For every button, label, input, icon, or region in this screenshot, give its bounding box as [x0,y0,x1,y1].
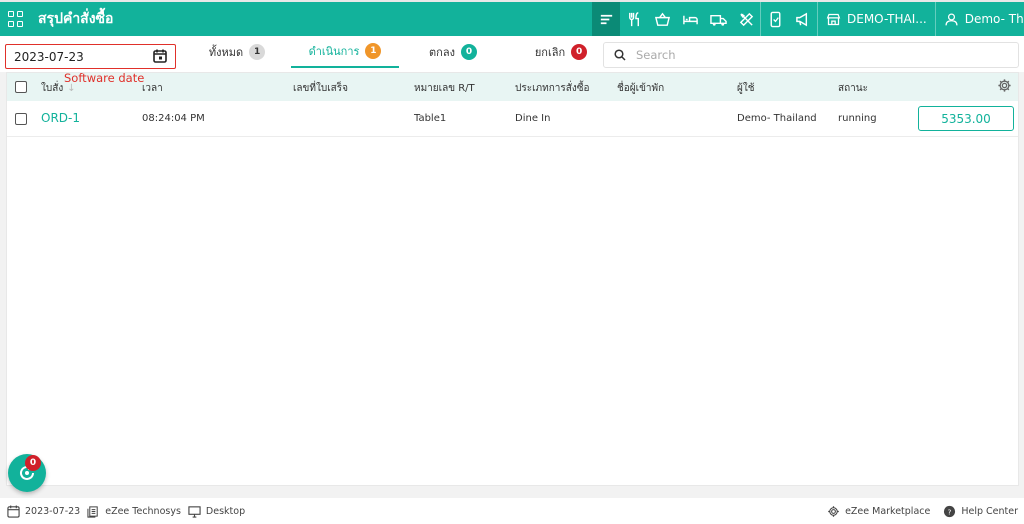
tab-in-progress[interactable]: ดำเนินการ 1 [291,36,399,68]
mobile-button[interactable] [761,2,789,36]
tab-confirmed[interactable]: ตกลง 0 [399,36,507,68]
header-toolbar: DEMO-THAI... Demo- Thail... [592,2,1024,36]
outlet-name: DEMO-THAI... [847,12,927,26]
document-stack-icon [87,505,98,518]
apps-grid-icon[interactable] [8,11,24,27]
row-checkbox[interactable] [15,113,27,125]
column-time: เวลา [142,83,163,94]
footer-links: eZee Marketplace ? Help Center [820,498,1018,524]
column-rt: หมายเลข R/T [414,83,475,94]
svg-text:?: ? [948,507,952,516]
date-value: 2023-07-23 [14,49,84,64]
order-type: Dine In [515,113,551,124]
order-id-link[interactable]: ORD-1 [41,111,80,125]
truck-icon [709,14,727,26]
tools-button[interactable] [732,2,760,36]
help-icon: ? [944,505,956,517]
filter-bar: 2023-07-23 ทั้งหมด 1 ดำเนินการ 1 ตกลง 0 ยกเลิก… [0,36,1024,72]
column-guest: ชื่อผู้เข้าพัก [617,83,665,94]
column-order-label: ใบสั่ง [41,83,64,94]
status-tabs: ทั้งหมด 1 ดำเนินการ 1 ตกลง 0 ยกเลิก 0 [183,36,615,70]
order-amount-button[interactable]: 5353.00 [918,106,1014,131]
table-row[interactable]: ORD-1 08:24:04 PM Table1 Dine In Demo- T… [7,101,1018,137]
order-time: 08:24:04 PM [142,113,205,124]
gear-icon[interactable] [997,78,1012,93]
footer-date: 2023-07-23 [7,504,81,518]
tab-count-badge: 0 [571,44,588,60]
marketplace-link[interactable]: eZee Marketplace [827,505,930,518]
order-list-button[interactable] [592,2,620,36]
delivery-button[interactable] [704,2,732,36]
basket-icon [654,12,670,26]
calendar-icon[interactable] [153,49,167,63]
app-header: สรุปคำสั่งซื้อ DEMO-THAI... Demo- Th [0,2,1024,36]
help-center-link[interactable]: ? Help Center [943,505,1018,518]
mobile-icon [770,11,780,27]
column-user: ผู้ใช้ [737,83,755,94]
column-order-type: ประเภทการสั่งซื้อ [515,83,590,94]
status-footer: 2023-07-23 eZee Technosys Desktop eZee M… [0,498,1024,524]
table-header: ใบสั่ง ↓ เวลา เลขที่ใบเสร็จ หมายเลข R/T ป… [7,73,1018,101]
date-picker[interactable]: 2023-07-23 [5,44,176,69]
room-service-button[interactable] [676,2,704,36]
search-input[interactable] [636,48,996,62]
footer-date-label: 2023-07-23 [25,505,81,517]
monitor-icon [188,505,201,518]
order-user: Demo- Thailand [737,113,817,124]
fab-badge: 0 [25,455,41,471]
user-name: Demo- Thail... [964,12,1024,26]
marketplace-label: eZee Marketplace [845,505,931,517]
user-menu[interactable]: Demo- Thail... [936,2,1024,36]
column-status: สถานะ [838,83,868,94]
user-icon [945,12,958,25]
orders-table: ใบสั่ง ↓ เวลา เลขที่ใบเสร็จ หมายเลข R/T ป… [6,72,1019,486]
megaphone-icon [795,12,807,26]
retail-button[interactable] [648,2,676,36]
rt-number: Table1 [414,113,447,124]
page-title: สรุปคำสั่งซื้อ [38,11,114,27]
software-date-annotation: Software date [64,71,145,85]
search-icon [614,49,626,61]
announcement-button[interactable] [789,2,817,36]
footer-company: eZee Technosys [87,505,181,518]
tab-label: ตกลง [429,46,455,59]
tab-label: ทั้งหมด [208,46,244,59]
restaurant-button[interactable] [620,2,648,36]
tab-cancelled[interactable]: ยกเลิก 0 [507,36,615,68]
select-all-checkbox[interactable] [15,81,27,93]
calendar-icon [7,504,20,518]
footer-mode: Desktop [188,505,245,518]
fork-knife-icon [628,11,639,26]
footer-mode-label: Desktop [205,505,246,517]
search-box[interactable] [603,42,1019,68]
tab-count-badge: 0 [460,44,477,60]
column-receipt: เลขที่ใบเสร็จ [293,83,348,94]
bed-icon [682,15,698,24]
tab-count-badge: 1 [249,44,266,60]
gear-icon [828,505,839,517]
store-icon [826,13,841,25]
tools-icon [739,12,753,26]
order-status: running [838,113,877,124]
tab-label: ยกเลิก [534,46,566,59]
outlet-selector[interactable]: DEMO-THAI... [818,2,935,36]
tab-label: ดำเนินการ [308,45,360,58]
sort-lines-icon [600,14,612,24]
help-center-label: Help Center [961,505,1018,517]
tab-count-badge: 1 [365,43,382,59]
tab-all[interactable]: ทั้งหมด 1 [183,36,291,68]
footer-company-label: eZee Technosys [105,505,181,517]
